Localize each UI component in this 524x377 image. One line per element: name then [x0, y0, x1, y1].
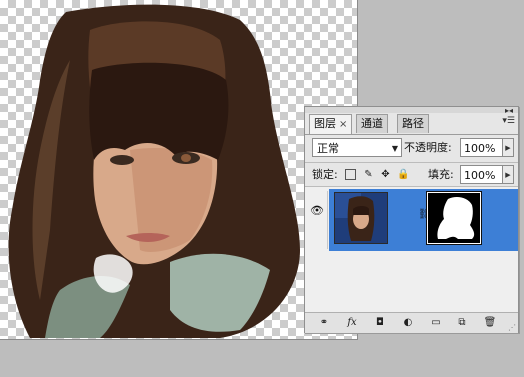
eye-icon: 👁: [310, 204, 324, 217]
panel-header-strip: ▸◂: [305, 107, 518, 115]
opacity-field[interactable]: 100%: [460, 138, 503, 157]
visibility-toggle[interactable]: 👁: [307, 191, 328, 249]
panel-tab-bar: 图层 × 通道 路径: [309, 114, 514, 134]
layer-mask-thumbnail[interactable]: [426, 191, 482, 245]
adjustment-layer-icon[interactable]: ◐: [401, 316, 415, 329]
fx-icon[interactable]: fx: [345, 316, 359, 329]
opacity-label: 不透明度:: [404, 141, 452, 154]
panel-menu-icon[interactable]: ▾☰: [502, 116, 515, 126]
add-mask-icon[interactable]: ◘: [373, 316, 387, 329]
workspace: ▸◂ 图层× 通道 路径 ▾☰ 正常 ▼ 不透明度: 100% ▶ 锁定: ✎: [0, 0, 524, 377]
fill-value: 100%: [464, 169, 496, 182]
tab-layers[interactable]: 图层 ×: [309, 114, 353, 134]
lock-label: 锁定:: [312, 168, 338, 181]
trash-icon[interactable]: 🗑: [483, 316, 497, 329]
layer-thumbnail-image: [335, 193, 387, 243]
lock-move-icon[interactable]: ✥: [380, 169, 391, 180]
layer-thumbnail[interactable]: [334, 192, 388, 244]
tab-channels[interactable]: 通道: [356, 114, 388, 133]
tab-paths-label: 路径: [402, 117, 424, 130]
tab-close-icon[interactable]: ×: [339, 119, 347, 130]
lock-transparent-icon[interactable]: [345, 169, 356, 180]
layers-bottom-toolbar: ⚭ fx ◘ ◐ ▭ ⧉ 🗑 ⋰: [305, 312, 518, 333]
fill-label: 填充:: [428, 168, 454, 181]
tab-channels-label: 通道: [361, 117, 383, 130]
blend-mode-value: 正常: [317, 142, 339, 155]
tab-divider: [305, 134, 518, 135]
tab-layers-label: 图层: [314, 117, 336, 130]
chevron-down-icon: ▼: [391, 144, 398, 153]
lock-all-icon[interactable]: 🔒: [397, 169, 409, 180]
opacity-value: 100%: [464, 142, 496, 155]
layers-panel: ▸◂ 图层× 通道 路径 ▾☰ 正常 ▼ 不透明度: 100% ▶ 锁定: ✎: [304, 106, 519, 333]
blend-mode-select[interactable]: 正常 ▼: [312, 138, 402, 157]
lock-paint-icon[interactable]: ✎: [363, 169, 374, 180]
link-layers-icon[interactable]: ⚭: [317, 316, 331, 329]
opacity-stepper[interactable]: ▶: [502, 138, 514, 157]
divider: [305, 162, 518, 163]
new-layer-icon[interactable]: ⧉: [455, 316, 469, 329]
tab-paths[interactable]: 路径: [397, 114, 429, 133]
layer-mask-image: [428, 193, 480, 243]
new-group-icon[interactable]: ▭: [429, 316, 443, 329]
fill-field[interactable]: 100%: [460, 165, 503, 184]
resize-grip-icon[interactable]: ⋰: [508, 323, 516, 332]
fill-stepper[interactable]: ▶: [502, 165, 514, 184]
